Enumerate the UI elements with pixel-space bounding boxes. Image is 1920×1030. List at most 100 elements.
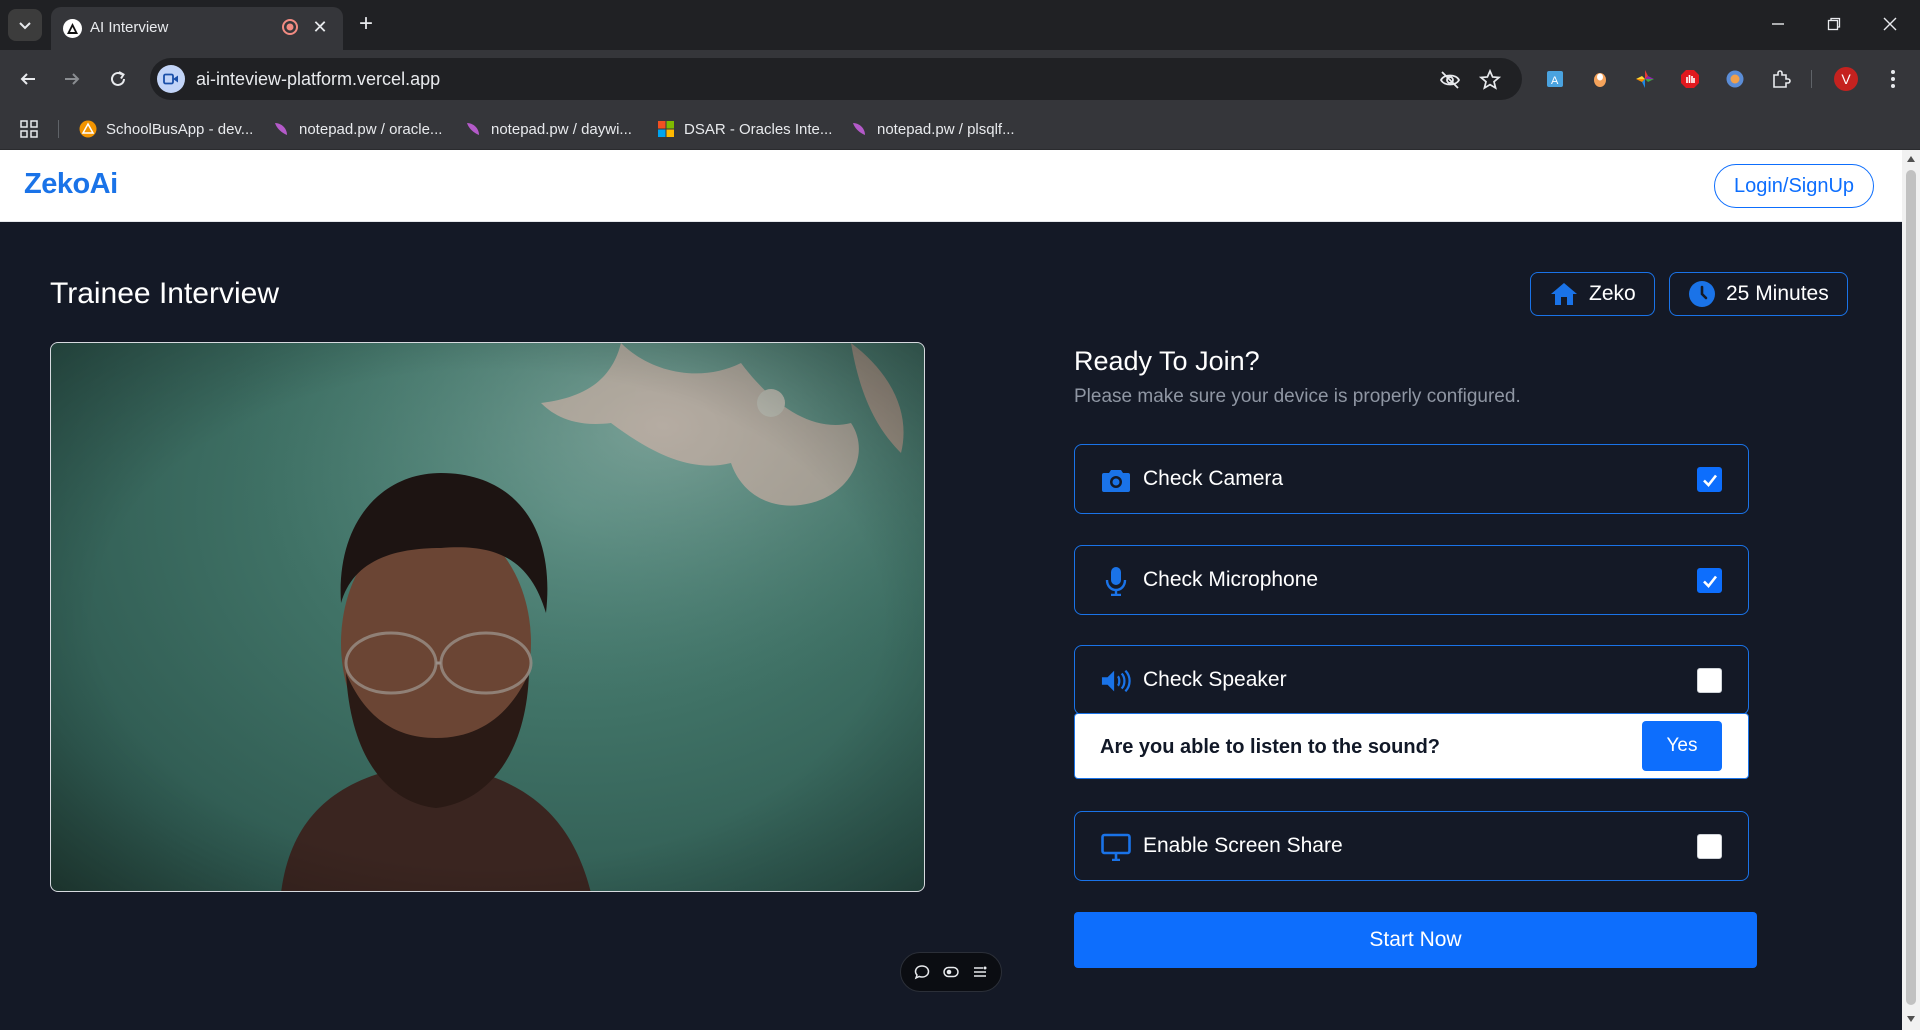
webcam-feed-image: [51, 343, 924, 891]
browser-tab-bar: AI Interview ✕ +: [0, 0, 1920, 50]
browser-tab-active[interactable]: AI Interview ✕: [51, 7, 343, 50]
microphone-icon: [1101, 566, 1131, 596]
bookmark-label: notepad.pw / daywi...: [491, 120, 632, 138]
address-bar[interactable]: ai-inteview-platform.vercel.app: [150, 58, 1522, 100]
screen-share-checkbox[interactable]: [1697, 834, 1722, 859]
notepad-feather-icon: [853, 123, 865, 135]
monitor-icon: [1101, 832, 1131, 862]
scroll-down-arrow[interactable]: [1907, 1016, 1915, 1022]
reload-button[interactable]: [102, 63, 134, 95]
extensions-puzzle-icon[interactable]: [1768, 66, 1794, 92]
bookmarks-divider: [58, 120, 59, 138]
check-camera-label: Check Camera: [1143, 467, 1284, 490]
chevron-down-icon: [19, 22, 31, 30]
bookmark-label: SchoolBusApp - dev...: [106, 120, 254, 138]
list-settings-icon[interactable]: [972, 964, 988, 980]
login-signup-button[interactable]: Login/SignUp: [1714, 164, 1874, 208]
minimize-window-button[interactable]: [1758, 8, 1798, 40]
web-page: ZekoAi Login/SignUp Trainee Interview Ze…: [0, 150, 1902, 1030]
tab-search-button[interactable]: [8, 9, 42, 41]
toolbar-divider: [1811, 70, 1812, 88]
arrow-right-icon: [65, 73, 80, 85]
setup-title: Ready To Join?: [1074, 346, 1260, 376]
bookmark-notepad-daywise[interactable]: notepad.pw / daywi...: [464, 117, 632, 141]
check-microphone-label: Check Microphone: [1143, 568, 1319, 591]
restore-window-button[interactable]: [1814, 8, 1854, 40]
scrollbar-thumb[interactable]: [1906, 170, 1916, 1005]
bookmark-star-icon[interactable]: [1477, 67, 1503, 93]
brand-logo[interactable]: ZekoAi: [24, 168, 118, 201]
tab-title: AI Interview: [90, 19, 169, 36]
restore-icon: [1827, 17, 1841, 31]
extension-shield-icon[interactable]: [1722, 66, 1748, 92]
screen-share-row[interactable]: Enable Screen Share: [1074, 811, 1749, 881]
clock-icon: [1689, 281, 1715, 307]
home-icon: [1551, 283, 1577, 305]
microsoft-logo-icon: [658, 121, 674, 137]
tab-favicon-icon: [63, 19, 82, 38]
sound-question: Are you able to listen to the sound?: [1100, 736, 1441, 758]
extension-translate-icon[interactable]: A: [1542, 66, 1568, 92]
notepad-feather-icon: [275, 123, 287, 135]
check-speaker-row[interactable]: Check Speaker: [1074, 645, 1749, 715]
site-info-icon[interactable]: [157, 65, 185, 93]
minimize-icon: [1772, 23, 1784, 25]
duration-badge: 25 Minutes: [1669, 272, 1848, 316]
new-tab-button[interactable]: +: [352, 10, 380, 38]
camera-preview: [50, 342, 925, 892]
check-speaker-checkbox[interactable]: [1697, 668, 1722, 693]
extension-colorpicker-icon[interactable]: [1632, 66, 1658, 92]
warning-orange-icon: [79, 120, 97, 138]
forward-button[interactable]: [56, 63, 88, 95]
arrow-left-icon: [20, 73, 35, 85]
bookmark-schoolbusapp[interactable]: SchoolBusApp - dev...: [79, 117, 253, 141]
screen-share-label: Enable Screen Share: [1143, 834, 1343, 857]
profile-avatar[interactable]: V: [1833, 66, 1859, 92]
bookmark-label: notepad.pw / plsqlf...: [877, 120, 1015, 138]
bookmark-label: notepad.pw / oracle...: [299, 120, 443, 138]
url-text: ai-inteview-platform.vercel.app: [196, 69, 441, 89]
recording-indicator-icon: [280, 17, 300, 37]
checkmark-icon: [1702, 575, 1717, 588]
bookmarks-bar: SchoolBusApp - dev... notepad.pw / oracl…: [0, 108, 1920, 150]
extension-orange-icon[interactable]: [1587, 66, 1613, 92]
check-microphone-checkbox[interactable]: [1697, 568, 1722, 593]
apps-button[interactable]: [20, 117, 38, 141]
company-label: Zeko: [1589, 282, 1636, 305]
bookmark-label: DSAR - Oracles Inte...: [684, 120, 833, 138]
toggle-icon[interactable]: [943, 964, 959, 980]
setup-subtitle: Please make sure your device is properly…: [1074, 386, 1521, 407]
check-speaker-label: Check Speaker: [1143, 668, 1287, 691]
close-icon: [1883, 17, 1897, 31]
close-window-button[interactable]: [1870, 8, 1910, 40]
extension-adblock-icon[interactable]: [1677, 66, 1703, 92]
tab-close-icon[interactable]: ✕: [308, 15, 332, 39]
check-microphone-row[interactable]: Check Microphone: [1074, 545, 1749, 615]
bookmark-dsar[interactable]: DSAR - Oracles Inte...: [657, 117, 832, 141]
camera-icon: [1101, 465, 1131, 495]
sound-confirmation-panel: Are you able to listen to the sound? Yes: [1074, 713, 1749, 779]
start-now-button[interactable]: Start Now: [1074, 912, 1757, 968]
reload-icon: [111, 71, 125, 86]
check-camera-checkbox[interactable]: [1697, 467, 1722, 492]
speaker-icon: [1101, 666, 1131, 696]
page-scrollbar[interactable]: [1902, 150, 1920, 1030]
check-camera-row[interactable]: Check Camera: [1074, 444, 1749, 514]
duration-label: 25 Minutes: [1726, 282, 1829, 305]
floating-toolbar: [900, 952, 1002, 992]
bookmark-notepad-oracle[interactable]: notepad.pw / oracle...: [272, 117, 442, 141]
video-camera-icon: [163, 73, 178, 85]
eye-off-icon[interactable]: [1437, 67, 1463, 93]
company-badge: Zeko: [1530, 272, 1655, 316]
checkmark-icon: [1702, 474, 1717, 487]
profile-initial: V: [1834, 67, 1858, 91]
notepad-feather-icon: [467, 123, 479, 135]
browser-toolbar: ai-inteview-platform.vercel.app A V: [0, 50, 1920, 108]
site-navbar: ZekoAi Login/SignUp: [0, 150, 1902, 222]
chat-bubble-icon[interactable]: [914, 964, 930, 980]
back-button[interactable]: [12, 63, 44, 95]
bookmark-notepad-plsql[interactable]: notepad.pw / plsqlf...: [850, 117, 1015, 141]
chrome-menu-button[interactable]: [1880, 66, 1906, 92]
scroll-up-arrow[interactable]: [1907, 156, 1915, 162]
yes-button[interactable]: Yes: [1642, 721, 1722, 771]
